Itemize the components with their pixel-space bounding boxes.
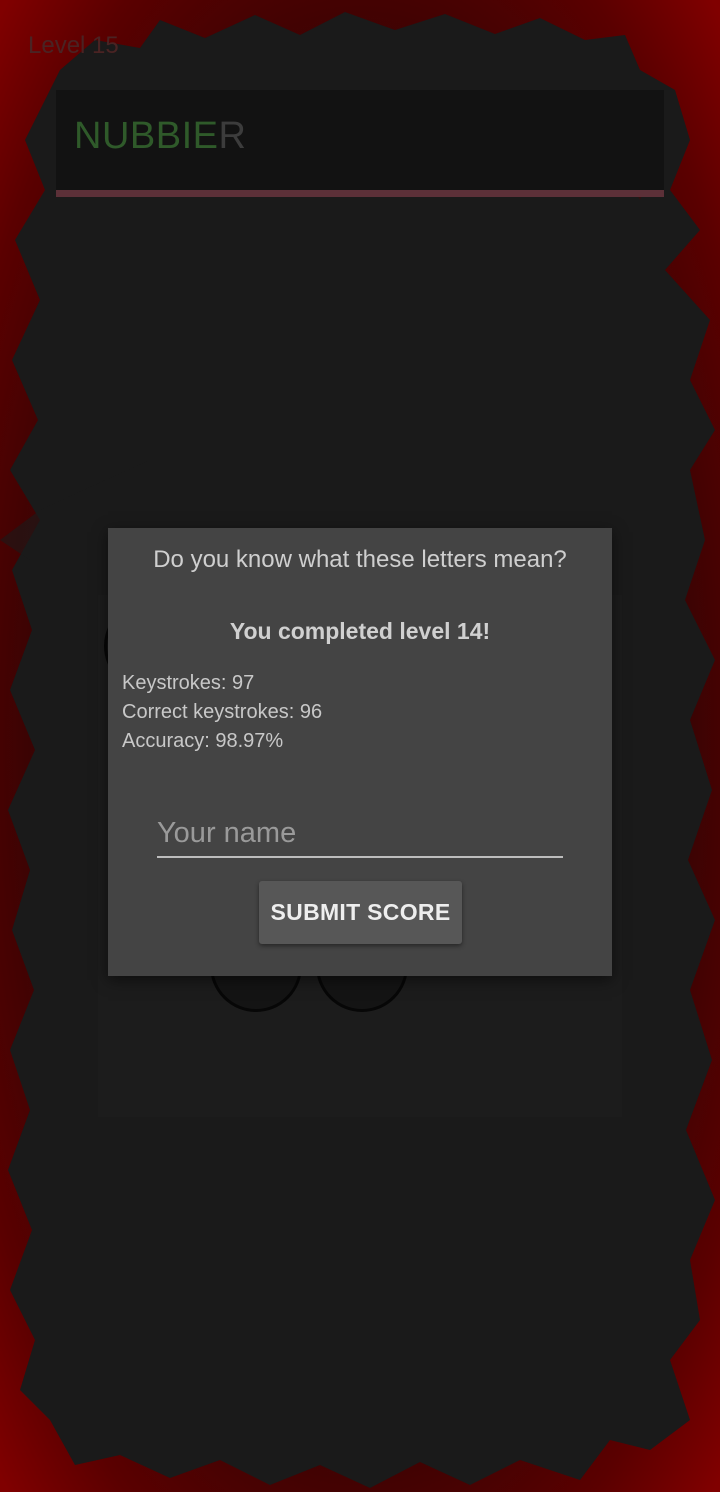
target-word: NUBBIER <box>74 115 246 158</box>
remaining-letters: R <box>218 115 247 157</box>
word-progress-line <box>56 190 664 197</box>
level-completed-message: You completed level 14! <box>229 618 491 644</box>
dialog-title: Do you know what these letters mean? <box>153 546 567 573</box>
keystrokes-stat: Keystrokes: 97 <box>122 672 255 694</box>
accuracy-stat: Accuracy: 98.97% <box>122 730 284 752</box>
level-label: Level 15 <box>28 32 119 59</box>
correct-keystrokes-stat: Correct keystrokes: 96 <box>122 701 323 723</box>
typed-letters: NUBBIE <box>74 115 219 157</box>
name-input[interactable] <box>157 810 563 858</box>
level-complete-dialog: Do you know what these letters mean? You… <box>108 528 612 976</box>
submit-score-button[interactable]: SUBMIT SCORE <box>259 881 462 944</box>
